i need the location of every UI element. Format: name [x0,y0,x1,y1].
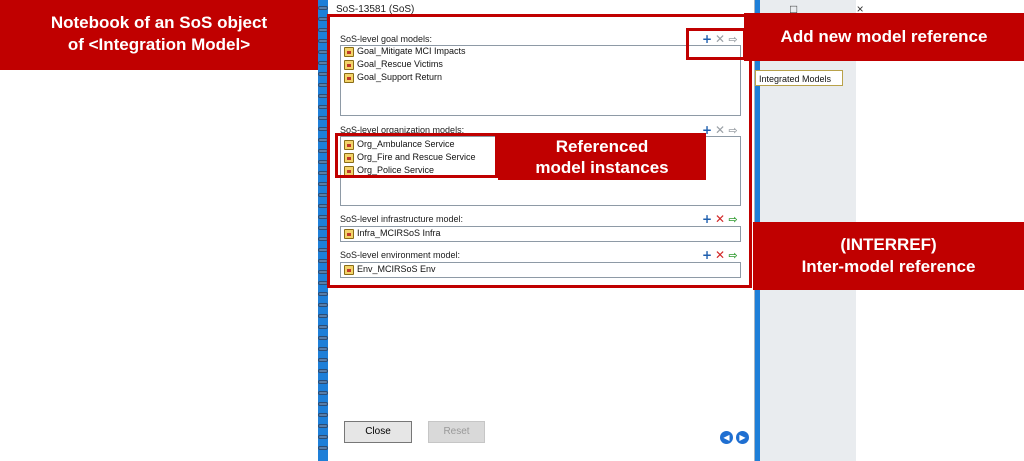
add-new-reference-annotation: Add new model reference [744,13,1024,61]
spiral-ring [318,303,328,307]
spiral-ring [318,380,328,384]
spiral-ring [318,292,328,296]
spiral-ring [318,358,328,362]
referenced-instances-annotation: Referenced model instances [498,133,706,180]
add-reference-highlight-frame [686,28,746,60]
close-button[interactable]: Close [344,421,412,443]
spiral-ring [318,435,328,439]
spiral-ring [318,369,328,373]
next-page-icon[interactable]: ▶ [736,431,749,444]
spiral-ring [318,424,328,428]
previous-page-icon[interactable]: ◀ [720,431,733,444]
spiral-ring [318,336,328,340]
referenced-instances-highlight-frame [335,133,498,178]
spiral-ring [318,402,328,406]
spiral-ring [318,325,328,329]
spiral-ring [318,314,328,318]
spiral-ring [318,6,328,10]
reset-button[interactable]: Reset [428,421,485,443]
spiral-ring [318,391,328,395]
spiral-ring [318,347,328,351]
notebook-annotation: Notebook of an SoS object of <Integratio… [0,0,318,70]
interref-annotation: (INTERREF) Inter-model reference [753,222,1024,290]
spiral-ring [318,446,328,450]
tab-integrated-models[interactable]: Integrated Models [755,70,843,86]
spiral-ring [318,413,328,417]
